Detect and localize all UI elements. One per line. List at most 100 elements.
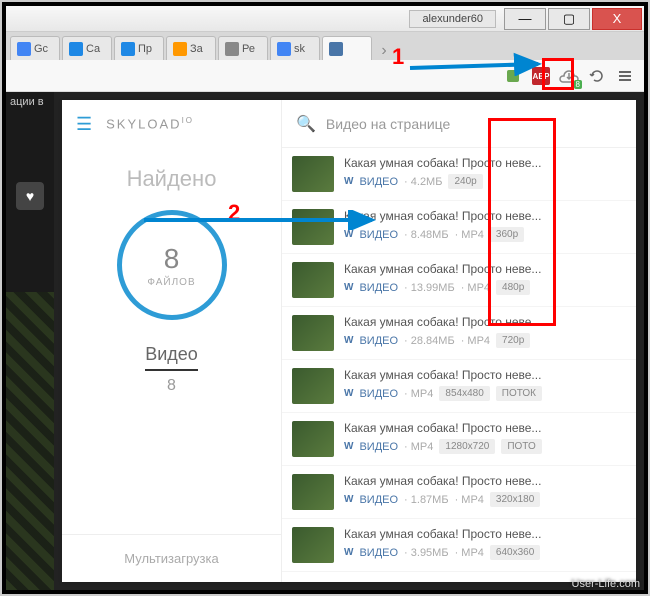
file-thumbnail xyxy=(292,368,334,404)
file-thumbnail xyxy=(292,156,334,192)
search-row[interactable]: 🔍 Видео на странице xyxy=(282,100,636,148)
svg-text:ABP: ABP xyxy=(533,72,550,81)
file-item[interactable]: Какая умная собака! Просто неве... W ВИДЕО… xyxy=(282,466,636,519)
file-size: · 1.87МБ xyxy=(404,494,449,506)
stream-badge[interactable]: ПОТО xyxy=(501,439,541,454)
minimize-button[interactable]: — xyxy=(504,8,546,30)
quality-badge[interactable]: 1280x720 xyxy=(439,439,495,454)
source-label: ВИДЕО xyxy=(359,282,398,294)
extension-icon[interactable] xyxy=(502,65,524,87)
tab-label: За xyxy=(190,43,203,55)
quality-badge[interactable]: 480p xyxy=(496,280,530,295)
new-tab-button[interactable]: › xyxy=(374,42,394,60)
video-thumbnail-bg xyxy=(6,292,54,590)
category-count: 8 xyxy=(167,377,176,395)
browser-tabs: Gc Ca Пр За Ре sk › xyxy=(6,32,644,60)
skyload-extension-icon[interactable]: 8 xyxy=(558,65,580,87)
window-titlebar: alexunder60 — ▢ X xyxy=(6,6,644,32)
quality-badge[interactable]: 360p xyxy=(490,227,524,242)
file-item[interactable]: Какая умная собака! Просто неве... W ВИДЕО… xyxy=(282,413,636,466)
file-list: Какая умная собака! Просто неве... W ВИДЕО… xyxy=(282,148,636,582)
favicon xyxy=(17,42,31,56)
file-thumbnail xyxy=(292,421,334,457)
file-size: · 28.84МБ xyxy=(404,335,455,347)
quality-badge[interactable]: 640x360 xyxy=(490,545,540,560)
vk-icon: W xyxy=(344,229,353,240)
browser-toolbar: ABP 8 xyxy=(6,60,644,92)
tab-label: Ре xyxy=(242,43,255,55)
vk-icon: W xyxy=(344,176,353,187)
source-label: ВИДЕО xyxy=(359,441,398,453)
file-format: · MP4 xyxy=(455,547,484,559)
quality-badge[interactable]: 854x480 xyxy=(439,386,489,401)
source-label: ВИДЕО xyxy=(359,229,398,241)
skyload-popup: ☰ SKYLOADIO Найдено 8 ФАЙЛОВ Видео 8 Мул… xyxy=(62,100,636,582)
file-item[interactable]: Какая умная собака! Просто неве...WВИДЕО… xyxy=(282,360,636,413)
search-placeholder: Видео на странице xyxy=(326,116,450,132)
browser-tab[interactable]: sk xyxy=(270,36,320,60)
file-title: Какая умная собака! Просто неве... xyxy=(344,315,626,329)
multidownload-button[interactable]: Мультизагрузка xyxy=(62,534,281,582)
vk-icon: W xyxy=(344,441,353,452)
tab-label: Gc xyxy=(34,43,48,55)
favicon xyxy=(329,42,343,56)
vk-icon: W xyxy=(344,335,353,346)
vk-icon: W xyxy=(344,547,353,558)
stream-badge[interactable]: ПОТОК xyxy=(496,386,542,401)
quality-badge[interactable]: 720p xyxy=(496,333,530,348)
file-thumbnail xyxy=(292,527,334,563)
found-label: Найдено xyxy=(127,166,217,192)
file-title: Какая умная собака! Просто неве... xyxy=(344,474,626,488)
favicon xyxy=(69,42,83,56)
file-size: · 8.48МБ xyxy=(404,229,449,241)
file-title: Какая умная собака! Просто неве... xyxy=(344,209,626,223)
source-label: ВИДЕО xyxy=(359,176,398,188)
abp-icon[interactable]: ABP xyxy=(530,65,552,87)
browser-tab[interactable]: Ре xyxy=(218,36,268,60)
favicon xyxy=(277,42,291,56)
user-label: alexunder60 xyxy=(409,10,496,28)
file-item[interactable]: Какая умная собака! Просто неве...WВИДЕО… xyxy=(282,148,636,201)
browser-tab[interactable]: Gc xyxy=(10,36,60,60)
maximize-button[interactable]: ▢ xyxy=(548,8,590,30)
browser-tab[interactable]: За xyxy=(166,36,216,60)
file-title: Какая умная собака! Просто неве... xyxy=(344,421,626,435)
close-button[interactable]: X xyxy=(592,8,642,30)
vk-icon: W xyxy=(344,494,353,505)
browser-tab[interactable] xyxy=(322,36,372,60)
file-size: · 4.2МБ xyxy=(404,176,442,188)
tab-label: sk xyxy=(294,43,305,55)
browser-tab[interactable]: Ca xyxy=(62,36,112,60)
quality-badge[interactable]: 240p xyxy=(448,174,482,189)
tab-label: Пр xyxy=(138,43,152,55)
reload-icon[interactable] xyxy=(586,65,608,87)
file-size: · 3.95МБ xyxy=(404,547,449,559)
file-count: 8 xyxy=(164,243,180,275)
like-button[interactable]: ♥ xyxy=(16,182,44,210)
file-item[interactable]: Какая умная собака! Просто неве...WВИДЕО… xyxy=(282,519,636,572)
browser-tab[interactable]: Пр xyxy=(114,36,164,60)
file-format: · MP4 xyxy=(461,335,490,347)
vk-icon: W xyxy=(344,388,353,399)
favicon xyxy=(173,42,187,56)
vk-icon: W xyxy=(344,282,353,293)
file-item[interactable]: Какая умная собака! Просто неве...WВИДЕО… xyxy=(282,307,636,360)
file-count-label: ФАЙЛОВ xyxy=(147,277,195,288)
category-video[interactable]: Видео xyxy=(145,344,198,371)
source-label: ВИДЕО xyxy=(359,494,398,506)
menu-icon[interactable] xyxy=(614,65,636,87)
count-circle: 8 ФАЙЛОВ xyxy=(117,210,227,320)
quality-badge[interactable]: 320x180 xyxy=(490,492,540,507)
file-item[interactable]: Какая умная собака! Просто неве...WВИДЕО… xyxy=(282,254,636,307)
file-format: · MP4 xyxy=(404,388,433,400)
hamburger-icon[interactable]: ☰ xyxy=(76,114,92,135)
file-thumbnail xyxy=(292,474,334,510)
file-format: · MP4 xyxy=(455,494,484,506)
page-text-fragment: ации в xyxy=(6,92,54,112)
badge-count: 8 xyxy=(574,80,582,89)
search-icon: 🔍 xyxy=(296,114,316,134)
file-format: · MP4 xyxy=(404,441,433,453)
file-item[interactable]: Какая умная собака! Просто неве... W ВИДЕО… xyxy=(282,201,636,254)
brand-label: SKYLOADIO xyxy=(106,116,194,131)
favicon xyxy=(121,42,135,56)
